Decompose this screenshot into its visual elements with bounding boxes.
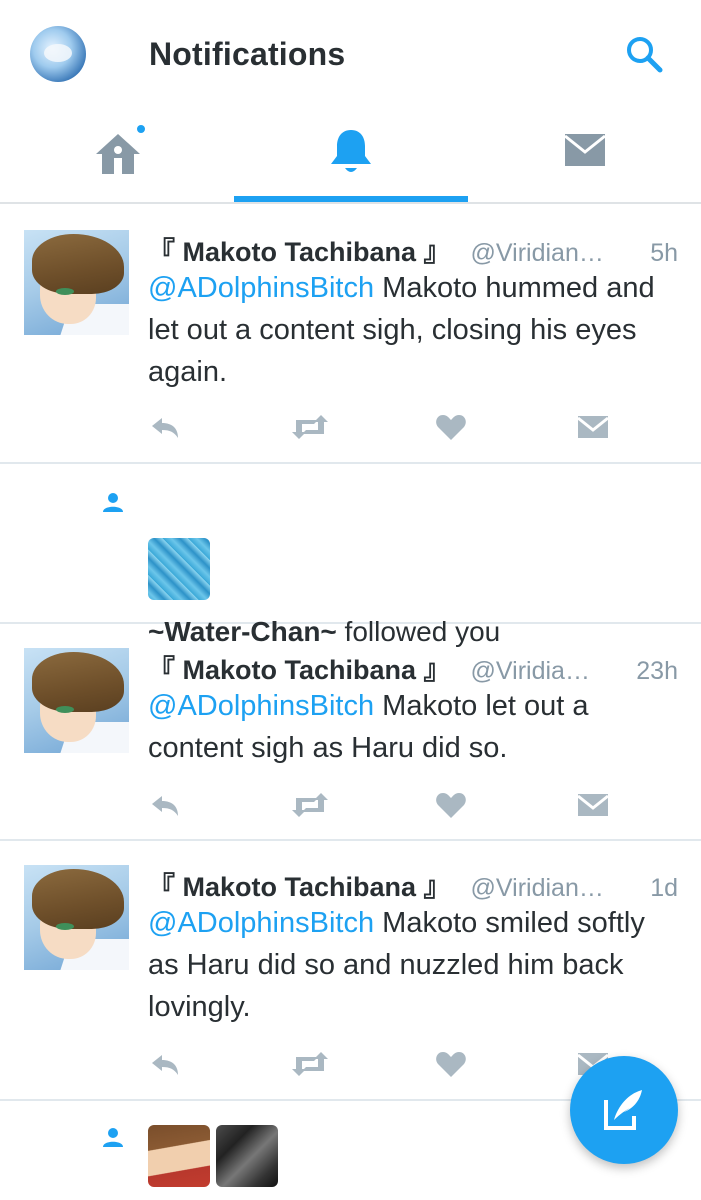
tab-messages[interactable] — [468, 110, 701, 202]
direct-message-icon[interactable] — [576, 412, 610, 442]
user-handle: @Viridian… — [470, 874, 604, 902]
search-button[interactable] — [620, 30, 668, 78]
top-app-bar: Notifications — [0, 0, 701, 110]
follower-avatar[interactable] — [148, 538, 210, 600]
tweet-notification[interactable]: 『 Makoto Tachibana 』 @Viridia… 23h @ADol… — [0, 624, 701, 841]
mention-link[interactable]: @ADolphinsBitch — [148, 272, 374, 304]
compose-tweet-icon — [604, 1090, 642, 1130]
reply-icon[interactable] — [148, 412, 182, 442]
reply-icon[interactable] — [148, 1049, 182, 1079]
direct-message-icon[interactable] — [576, 790, 610, 820]
timestamp: 1d — [650, 874, 678, 902]
tab-home[interactable] — [0, 110, 234, 202]
tweet-text: @ADolphinsBitch Makoto let out a content… — [148, 685, 678, 769]
user-avatar[interactable] — [24, 230, 129, 335]
active-tab-indicator — [234, 196, 468, 202]
follower-avatar[interactable] — [216, 1125, 278, 1187]
tweet-text: @ADolphinsBitch Makoto hummed and let ou… — [148, 267, 678, 393]
display-name[interactable]: 『 Makoto Tachibana 』 — [148, 648, 451, 687]
retweet-icon[interactable] — [290, 1049, 330, 1079]
person-icon — [103, 493, 123, 512]
retweet-icon[interactable] — [290, 412, 330, 442]
tweet-header: 『 Makoto Tachibana 』 @Viridian… 1d — [148, 865, 678, 904]
new-items-indicator — [135, 123, 147, 135]
tweet-text: @ADolphinsBitch Makoto smiled softly as … — [148, 902, 678, 1028]
tweet-header: 『 Makoto Tachibana 』 @Viridia… 23h — [148, 648, 678, 687]
heart-icon[interactable] — [434, 1049, 468, 1079]
tab-notifications[interactable] — [234, 110, 468, 202]
compose-tweet-button[interactable] — [570, 1056, 678, 1164]
home-icon — [96, 134, 140, 174]
page-title: Notifications — [149, 36, 346, 72]
person-icon — [103, 1128, 123, 1147]
notifications-feed: 『 Makoto Tachibana 』 @Viridian… 5h @ADol… — [0, 206, 701, 1200]
timestamp: 5h — [650, 239, 678, 267]
profile-avatar[interactable] — [30, 26, 86, 82]
tweet-notification[interactable]: 『 Makoto Tachibana 』 @Viridian… 5h @ADol… — [0, 206, 701, 464]
tweet-actions — [148, 790, 618, 820]
follower-avatar[interactable] — [148, 1125, 210, 1187]
bell-icon — [331, 130, 371, 172]
heart-icon[interactable] — [434, 790, 468, 820]
retweet-icon[interactable] — [290, 790, 330, 820]
tweet-actions — [148, 1049, 618, 1079]
reply-icon[interactable] — [148, 790, 182, 820]
user-avatar[interactable] — [24, 648, 129, 753]
user-handle: @Viridia… — [470, 657, 590, 685]
tweet-actions — [148, 412, 618, 442]
mention-link[interactable]: @ADolphinsBitch — [148, 690, 374, 722]
tweet-notification[interactable]: 『 Makoto Tachibana 』 @Viridian… 1d @ADol… — [0, 841, 701, 1101]
tab-bar — [0, 110, 701, 204]
mention-link[interactable]: @ADolphinsBitch — [148, 907, 374, 939]
search-icon — [627, 37, 663, 73]
timestamp: 23h — [636, 657, 678, 685]
heart-icon[interactable] — [434, 412, 468, 442]
tweet-header: 『 Makoto Tachibana 』 @Viridian… 5h — [148, 230, 678, 269]
user-handle: @Viridian… — [470, 239, 604, 267]
display-name[interactable]: 『 Makoto Tachibana 』 — [148, 865, 451, 904]
follow-notification[interactable]: ~Water-Chan~ followed you — [0, 464, 701, 647]
envelope-icon — [564, 134, 606, 166]
user-avatar[interactable] — [24, 865, 129, 970]
display-name[interactable]: 『 Makoto Tachibana 』 — [148, 230, 451, 269]
